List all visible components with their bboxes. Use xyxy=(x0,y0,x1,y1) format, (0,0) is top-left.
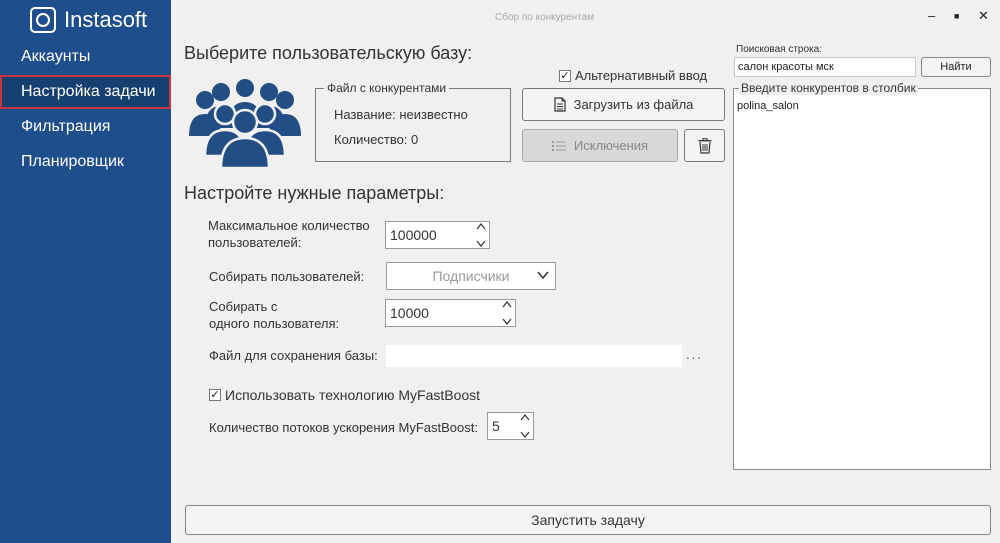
per-user-stepper[interactable]: 10000 xyxy=(385,299,516,327)
find-button[interactable]: Найти xyxy=(921,57,991,77)
spinner-arrows-icon[interactable] xyxy=(474,222,488,248)
alt-input-checkbox[interactable]: ✓ Альтернативный ввод xyxy=(559,68,707,83)
users-group-icon xyxy=(189,79,301,168)
sidebar-item-label: Настройка задачи xyxy=(21,83,156,100)
title-bar: Сбор по конкурентам – ■ ✕ xyxy=(171,0,1000,34)
instasoft-logo-icon xyxy=(30,7,56,33)
competitors-file-group: Файл с конкурентами Название: неизвестно… xyxy=(315,81,511,162)
spinner-arrows-icon[interactable] xyxy=(500,300,514,326)
competitors-text: polina_salon xyxy=(737,100,799,112)
group-legend: Файл с конкурентами xyxy=(324,81,450,95)
collect-users-label: Собирать пользователей: xyxy=(209,269,365,284)
search-label: Поисковая строка: xyxy=(736,44,822,55)
file-name-text: Название: неизвестно xyxy=(334,107,468,122)
search-input[interactable]: салон красоты мск xyxy=(734,57,916,77)
save-file-label: Файл для сохранения базы: xyxy=(209,348,378,363)
max-users-value: 100000 xyxy=(390,227,437,243)
delete-button[interactable] xyxy=(684,129,725,162)
per-user-label-line2: одного пользователя: xyxy=(209,316,340,331)
trash-icon xyxy=(698,137,711,154)
sidebar-item-task-settings[interactable]: Настройка задачи xyxy=(0,75,171,109)
myfastboost-checkbox[interactable]: ✓ Использовать технологию MyFastBoost xyxy=(209,387,480,403)
competitors-legend: Введите конкурентов в столбик xyxy=(739,81,918,95)
per-user-label-line1: Собирать с xyxy=(209,299,278,314)
collect-users-value: Подписчики xyxy=(432,268,510,284)
sidebar: Instasoft Аккаунты Настройка задачи Филь… xyxy=(0,0,171,543)
threads-stepper[interactable]: 5 xyxy=(487,412,534,440)
sidebar-item-label: Планировщик xyxy=(21,153,124,170)
myfastboost-label: Использовать технологию MyFastBoost xyxy=(225,387,481,403)
load-button-label: Загрузить из файла xyxy=(573,97,694,112)
file-count-text: Количество: 0 xyxy=(334,132,419,147)
per-user-value: 10000 xyxy=(390,305,429,321)
params-heading: Настройте нужные параметры: xyxy=(184,183,445,203)
max-users-label-line2: пользователей: xyxy=(208,235,302,250)
collect-users-dropdown[interactable]: Подписчики xyxy=(386,262,556,290)
threads-value: 5 xyxy=(492,418,500,434)
checkmark-icon: ✓ xyxy=(559,69,571,82)
exclusions-button[interactable]: Исключения xyxy=(522,129,678,162)
threads-label: Количество потоков ускорения MyFastBoost… xyxy=(209,420,478,435)
document-icon xyxy=(553,97,566,112)
maximize-button[interactable]: ■ xyxy=(954,11,959,21)
start-task-button[interactable]: Запустить задачу xyxy=(185,505,991,535)
checkmark-icon: ✓ xyxy=(209,389,221,401)
alt-input-label: Альтернативный ввод xyxy=(575,68,708,83)
close-button[interactable]: ✕ xyxy=(978,8,989,24)
per-user-label: Собирать с одного пользователя: xyxy=(209,298,339,332)
max-users-label: Максимальное количество пользователей: xyxy=(208,217,370,251)
max-users-stepper[interactable]: 100000 xyxy=(385,221,490,249)
window-title: Сбор по конкурентам xyxy=(495,12,595,23)
sidebar-item-accounts[interactable]: Аккаунты xyxy=(0,40,171,74)
chevron-down-icon xyxy=(537,271,549,280)
sidebar-item-label: Аккаунты xyxy=(21,48,91,65)
exclusions-button-label: Исключения xyxy=(573,138,649,153)
sidebar-item-label: Фильтрация xyxy=(21,118,111,135)
minimize-button[interactable]: – xyxy=(928,8,935,23)
competitors-textarea[interactable]: Введите конкурентов в столбик polina_sal… xyxy=(733,82,991,470)
save-file-input[interactable] xyxy=(386,345,682,367)
load-from-file-button[interactable]: Загрузить из файла xyxy=(522,88,725,121)
max-users-label-line1: Максимальное количество xyxy=(208,218,370,233)
sidebar-item-filtering[interactable]: Фильтрация xyxy=(0,110,171,144)
logo-text: Instasoft xyxy=(64,7,148,32)
browse-button[interactable]: ... xyxy=(686,347,703,362)
base-heading: Выберите пользовательскую базу: xyxy=(184,43,473,63)
app-logo: Instasoft xyxy=(30,6,147,34)
list-icon xyxy=(551,140,566,151)
sidebar-item-scheduler[interactable]: Планировщик xyxy=(0,145,171,179)
spinner-arrows-icon[interactable] xyxy=(518,413,532,439)
